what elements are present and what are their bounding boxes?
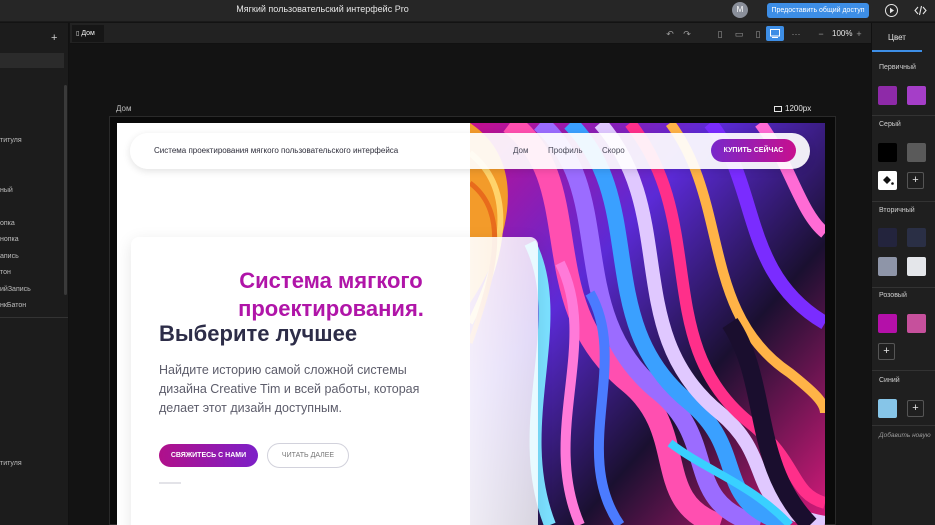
zoom-out-icon[interactable]: − xyxy=(815,28,827,40)
color-swatch-primary-1[interactable] xyxy=(878,86,897,105)
color-swatch-secondary-3[interactable] xyxy=(878,257,897,276)
undo-icon[interactable]: ↶ xyxy=(664,28,676,40)
share-button[interactable]: Предоставить общий доступ xyxy=(767,3,869,18)
frame-size: 1200px xyxy=(774,104,811,113)
add-color-button[interactable]: + xyxy=(878,343,895,360)
layer-item[interactable]: тон xyxy=(0,269,11,276)
section-primary-label: Первичный xyxy=(879,64,916,71)
zoom-in-icon[interactable]: + xyxy=(853,28,865,40)
hero-title-line: проектирования. xyxy=(238,296,424,321)
color-swatch-secondary-1[interactable] xyxy=(878,228,897,247)
layers-scrollbar[interactable] xyxy=(64,85,67,295)
layers-panel: + титуля ный опка нопка апись тон ийЗапи… xyxy=(0,23,69,525)
layer-item[interactable]: опка xyxy=(0,220,15,227)
layer-item[interactable]: титуля xyxy=(0,137,22,144)
section-secondary-label: Вторичный xyxy=(879,207,915,214)
hero-lead-text: Найдите историю самой сложной системы ди… xyxy=(159,363,420,415)
divider xyxy=(872,287,935,288)
color-swatch-secondary-4[interactable] xyxy=(907,257,926,276)
tablet-view-icon[interactable]: ▯ xyxy=(752,28,764,40)
nav-link-home[interactable]: Дом xyxy=(513,146,528,155)
color-swatch-pink-2[interactable] xyxy=(907,314,926,333)
paint-bucket-icon[interactable] xyxy=(878,171,897,190)
hero-card: Система мягкого проектирования. Выберите… xyxy=(131,237,538,525)
frame-label: Дом xyxy=(116,104,132,113)
layer-item[interactable]: титуля xyxy=(0,460,22,467)
avatar[interactable]: M xyxy=(732,2,748,18)
site-brand[interactable]: Система проектирования мягкого пользоват… xyxy=(154,146,398,155)
layer-item[interactable]: ийЗапись xyxy=(0,286,31,293)
document-tab-strip: ▯ Дом ↶ ↷ ▯ ▭ ▯ ··· − 100% + xyxy=(70,23,871,44)
layers-search-input[interactable] xyxy=(0,53,64,68)
redo-icon[interactable]: ↷ xyxy=(681,28,693,40)
hero-title-accent: Система мягкого проектирования. xyxy=(131,267,531,323)
page-icon: ▯ xyxy=(76,31,80,37)
contact-us-button[interactable]: СВЯЖИТЕСЬ С НАМИ xyxy=(159,444,258,467)
play-icon[interactable] xyxy=(884,3,899,18)
more-icon[interactable]: ··· xyxy=(790,28,802,40)
hero-title-line: Система мягкого xyxy=(239,268,423,293)
code-icon[interactable] xyxy=(913,3,928,18)
decorative-line xyxy=(159,482,181,484)
desktop-icon xyxy=(770,29,780,38)
site-navbar: Система проектирования мягкого пользоват… xyxy=(130,133,810,169)
top-bar: Мягкий пользовательский интерфейс Pro M … xyxy=(0,0,935,22)
nav-link-profile[interactable]: Профиль xyxy=(548,146,583,155)
add-new-hint[interactable]: Добавить новую xyxy=(879,432,931,439)
frame-size-value: 1200px xyxy=(785,104,812,113)
divider xyxy=(872,115,935,116)
tab-label: Дом xyxy=(81,30,95,37)
website-page[interactable]: Система проектирования мягкого пользоват… xyxy=(117,123,825,525)
add-color-button[interactable]: + xyxy=(907,172,924,189)
zoom-level[interactable]: 100% xyxy=(832,29,852,38)
nav-link-soon[interactable]: Скоро xyxy=(602,146,625,155)
section-pink-label: Розовый xyxy=(879,292,907,299)
divider xyxy=(0,317,68,318)
color-swatch-pink-1[interactable] xyxy=(878,314,897,333)
tablet-landscape-icon[interactable]: ▭ xyxy=(733,28,745,40)
color-swatch-gray-1[interactable] xyxy=(878,143,897,162)
add-layer-icon[interactable]: + xyxy=(51,32,57,44)
app-title: Мягкий пользовательский интерфейс Pro xyxy=(236,4,409,14)
divider xyxy=(872,370,935,371)
mobile-view-icon[interactable]: ▯ xyxy=(714,28,726,40)
layer-item[interactable]: нопка xyxy=(0,236,19,243)
buy-now-button[interactable]: КУПИТЬ СЕЙЧАС xyxy=(711,139,796,162)
color-swatch-primary-2[interactable] xyxy=(907,86,926,105)
layer-item[interactable]: нкБатон xyxy=(0,302,26,309)
tab-color[interactable]: Цвет xyxy=(872,23,922,52)
color-swatch-secondary-2[interactable] xyxy=(907,228,926,247)
desktop-view-button[interactable] xyxy=(766,26,784,41)
add-color-button[interactable]: + xyxy=(907,400,924,417)
color-swatch-gray-2[interactable] xyxy=(907,143,926,162)
divider xyxy=(872,201,935,202)
section-gray-label: Серый xyxy=(879,121,901,128)
layer-item[interactable]: апись xyxy=(0,253,19,260)
divider xyxy=(872,425,935,426)
read-more-button[interactable]: ЧИТАТЬ ДАЛЕЕ xyxy=(267,443,349,468)
section-blue-label: Синий xyxy=(879,377,900,384)
layer-item[interactable]: ный xyxy=(0,187,13,194)
monitor-icon xyxy=(774,105,782,112)
hero-title-dark: Выберите лучшее xyxy=(159,321,358,346)
color-swatch-blue-1[interactable] xyxy=(878,399,897,418)
tab-home[interactable]: ▯ Дом xyxy=(72,25,104,42)
